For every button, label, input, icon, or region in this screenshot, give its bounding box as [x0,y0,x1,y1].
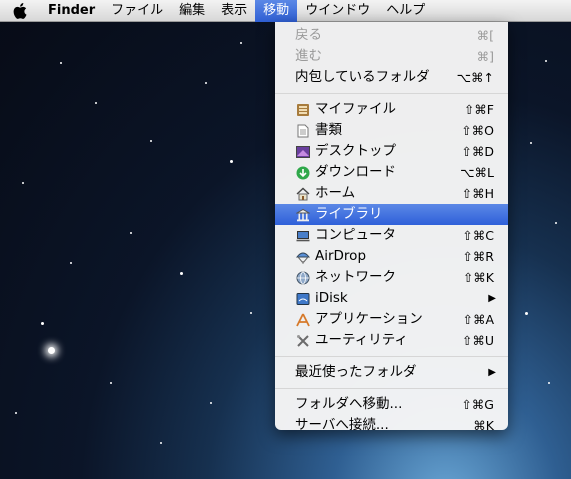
menu-item-label: 進む [295,48,322,64]
menubar-edit[interactable]: 編集 [171,0,213,22]
menubar-finder[interactable]: Finder [40,0,103,22]
menu-item-shortcut: ⌥⌘L [460,165,494,180]
menubar-view[interactable]: 表示 [213,0,255,22]
menu-item-enclosing-folder[interactable]: 内包しているフォルダ ⌥⌘↑ [275,67,508,88]
menu-item-downloads[interactable]: ダウンロード ⌥⌘L [275,162,508,183]
menu-item-airdrop[interactable]: AirDrop ⇧⌘R [275,246,508,267]
menu-item-forward[interactable]: 進む ⌘] [275,46,508,67]
menu-item-shortcut: ⇧⌘G [461,397,494,412]
menu-separator [275,93,508,94]
menu-item-label: サーバへ接続... [295,417,389,433]
menu-item-shortcut: ⇧⌘A [462,312,494,327]
menu-item-shortcut: ⇧⌘O [461,123,494,138]
menu-item-idisk[interactable]: iDisk ▶ [275,288,508,309]
menu-item-label: 戻る [295,27,322,43]
downloads-icon [295,165,310,180]
menu-item-shortcut: ⌘K [473,418,494,433]
airdrop-icon [295,249,310,264]
menu-item-label: 最近使ったフォルダ [295,364,417,380]
menu-item-library[interactable]: ライブラリ [275,204,508,225]
menu-item-shortcut: ⌥⌘↑ [456,70,494,85]
submenu-arrow-icon: ▶ [488,367,496,378]
menu-item-connect-to-server[interactable]: サーバへ接続... ⌘K [275,415,508,436]
menu-item-shortcut: ⌘[ [476,28,494,43]
menubar-go[interactable]: 移動 [255,0,298,22]
menu-separator [275,356,508,357]
menu-item-home[interactable]: ホーム ⇧⌘H [275,183,508,204]
menu-item-shortcut: ⇧⌘C [462,228,494,243]
menu-item-shortcut: ⇧⌘R [462,249,494,264]
menu-item-shortcut: ⇧⌘F [463,102,494,117]
menu-item-shortcut: ⇧⌘H [461,186,494,201]
go-menu-dropdown: 戻る ⌘[ 進む ⌘] 内包しているフォルダ ⌥⌘↑ マイファイル ⇧⌘F 書類… [275,22,508,433]
home-icon [295,186,310,201]
menu-item-applications[interactable]: アプリケーション ⇧⌘A [275,309,508,330]
all-my-files-icon [295,102,310,117]
menubar-window[interactable]: ウインドウ [297,0,378,22]
network-icon [295,270,310,285]
menu-item-shortcut: ⌘] [476,49,494,64]
menu-item-shortcut: ⇧⌘D [461,144,494,159]
desktop-icon [295,144,310,159]
library-icon [295,207,310,222]
menu-item-shortcut: ⇧⌘K [462,270,494,285]
apple-menu-icon[interactable] [0,0,40,22]
menubar-file[interactable]: ファイル [103,0,171,22]
applications-icon [295,312,310,327]
idisk-icon [295,291,310,306]
computer-icon [295,228,310,243]
menu-item-label: iDisk [315,290,348,306]
documents-icon [295,123,310,138]
menu-item-recent-folders[interactable]: 最近使ったフォルダ ▶ [275,362,508,383]
menu-separator [275,388,508,389]
submenu-arrow-icon: ▶ [488,293,496,304]
menu-item-utilities[interactable]: ユーティリティ ⇧⌘U [275,330,508,351]
menu-bar: Finder ファイル 編集 表示 移動 ウインドウ ヘルプ [0,0,571,22]
menu-item-documents[interactable]: 書類 ⇧⌘O [275,120,508,141]
menu-item-label: ライブラリ [315,206,383,222]
menu-item-network[interactable]: ネットワーク ⇧⌘K [275,267,508,288]
menu-item-all-my-files[interactable]: マイファイル ⇧⌘F [275,99,508,120]
menubar-help[interactable]: ヘルプ [378,0,433,22]
menu-item-computer[interactable]: コンピュータ ⇧⌘C [275,225,508,246]
menu-item-desktop[interactable]: デスクトップ ⇧⌘D [275,141,508,162]
menu-item-go-to-folder[interactable]: フォルダへ移動... ⇧⌘G [275,394,508,415]
utilities-icon [295,333,310,348]
menu-item-shortcut: ⇧⌘U [461,333,494,348]
menu-item-back[interactable]: 戻る ⌘[ [275,25,508,46]
